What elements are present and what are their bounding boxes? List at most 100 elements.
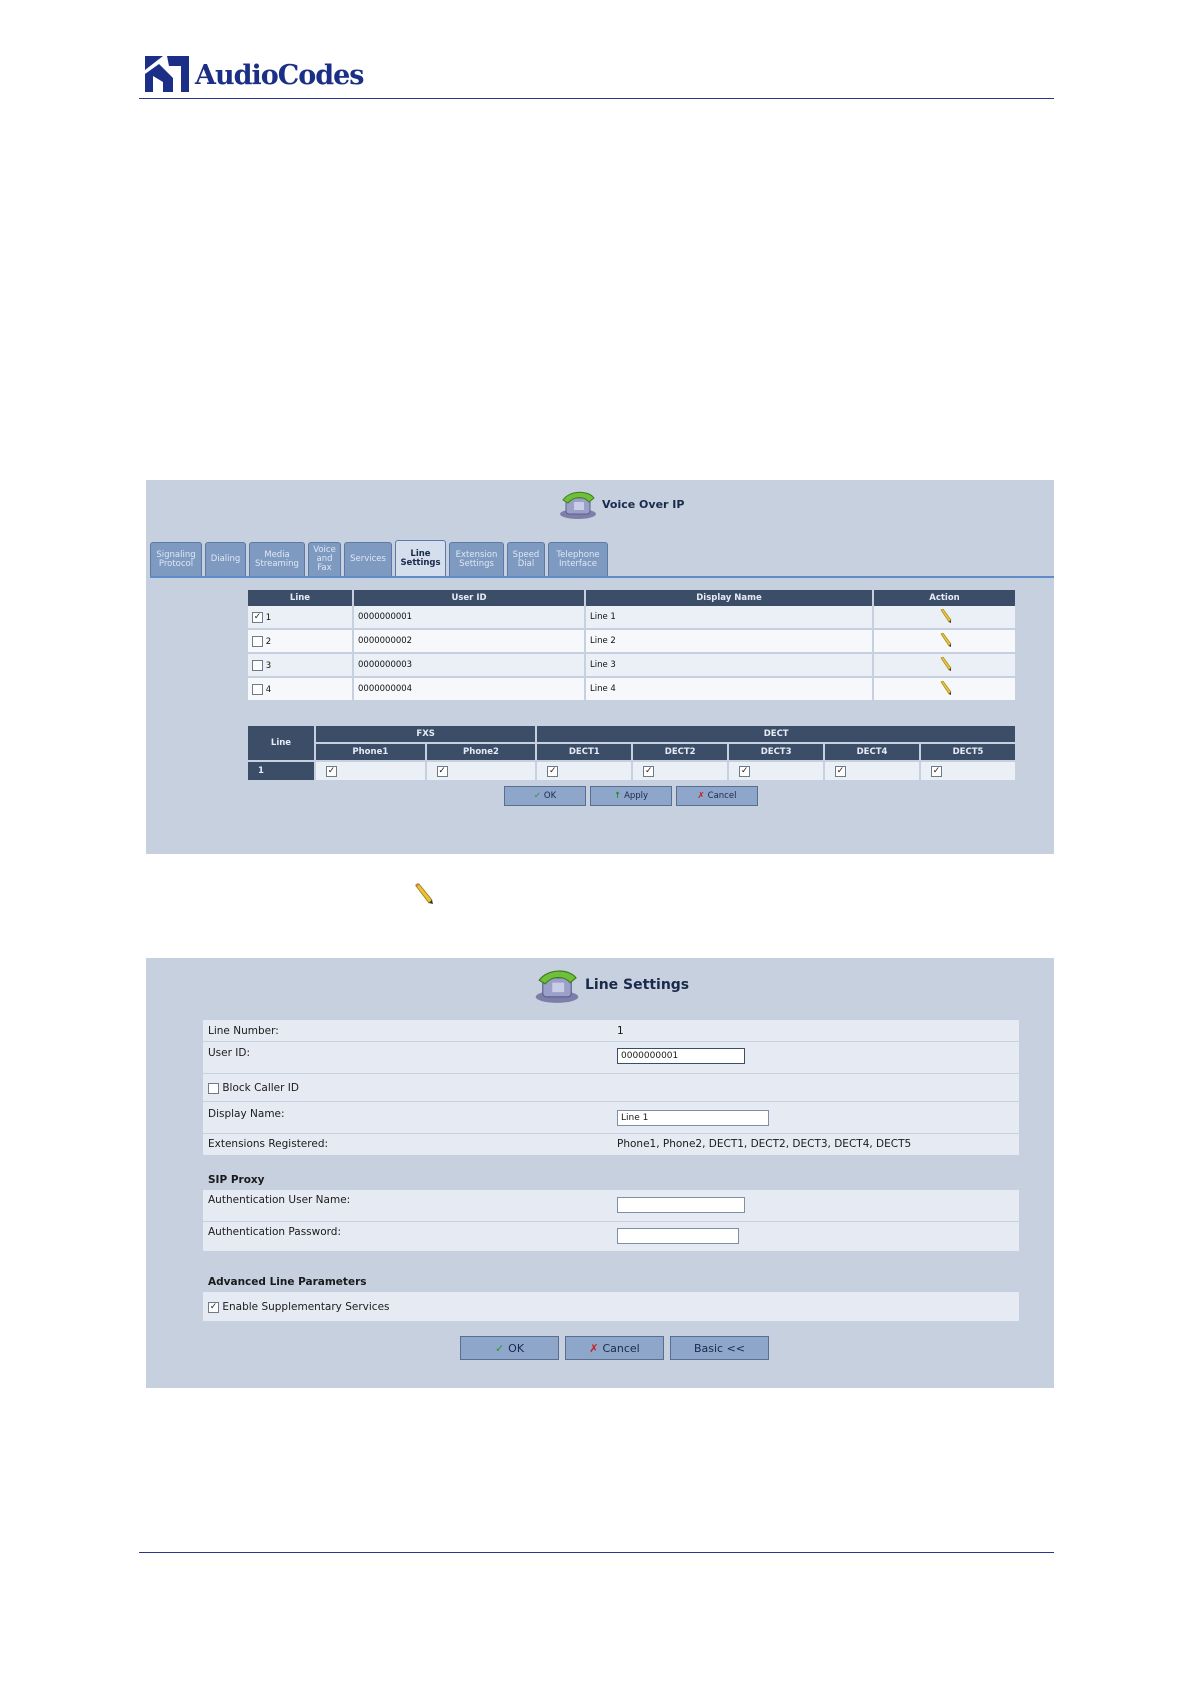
apply-button[interactable]: ↑ Apply: [590, 786, 672, 806]
pencil-icon[interactable]: [938, 656, 952, 671]
line-settings-title: Line Settings: [533, 966, 689, 1004]
auth-user-input[interactable]: [617, 1197, 745, 1213]
ext-col-line: Line: [248, 726, 314, 760]
ext-checkbox-phone1[interactable]: ✓: [326, 765, 337, 777]
tab-services[interactable]: Services: [344, 542, 392, 576]
tab-extension-settings[interactable]: Extension Settings: [449, 542, 504, 576]
phone-icon: [535, 970, 579, 1003]
user-id-cell: 0000000002: [354, 630, 584, 654]
extensions-registered-label: Extensions Registered:: [208, 1138, 329, 1150]
tab-speed-dial[interactable]: Speed Dial: [507, 542, 545, 576]
tab-dialing[interactable]: Dialing: [205, 542, 246, 576]
display-name-label: Display Name:: [208, 1108, 285, 1120]
user-id-row: User ID: 0000000001: [203, 1042, 1019, 1074]
line-checkbox[interactable]: ✓: [252, 611, 263, 623]
tab-underline: [150, 576, 1054, 578]
tab-telephone-interface[interactable]: Telephone Interface: [548, 542, 608, 576]
ext-checkbox-dect1[interactable]: ✓: [547, 765, 559, 777]
display-name-cell: Line 3: [586, 654, 872, 678]
ext-row-line: 1: [248, 762, 314, 780]
voice-over-ip-panel: Voice Over IP Signaling Protocol Dialing…: [146, 480, 1054, 854]
auth-user-row: Authentication User Name:: [203, 1190, 1019, 1222]
line-number: 4: [265, 684, 272, 695]
pencil-icon[interactable]: [938, 680, 952, 695]
cancel-button[interactable]: ✗ Cancel: [565, 1336, 664, 1360]
user-id-cell: 0000000001: [354, 606, 584, 630]
phone-icon: [560, 491, 596, 519]
auth-password-row: Authentication Password:: [203, 1222, 1019, 1252]
enable-supplementary-checkbox[interactable]: ✓: [208, 1301, 219, 1313]
ext-col-dect2: DECT2: [633, 744, 728, 760]
ext-checkbox-dect5[interactable]: ✓: [931, 765, 942, 777]
ok-button[interactable]: ✓ OK: [460, 1336, 559, 1360]
display-name-row: Display Name: Line 1: [203, 1102, 1019, 1134]
brand-name: AudioCodes: [195, 60, 364, 91]
cancel-button[interactable]: ✗ Cancel: [676, 786, 758, 806]
display-name-cell: Line 4: [586, 678, 872, 702]
ext-checkbox-dect3[interactable]: ✓: [739, 765, 751, 777]
footer-rule: [139, 1552, 1054, 1553]
user-id-input[interactable]: 0000000001: [617, 1048, 745, 1064]
ok-label: OK: [508, 1341, 525, 1355]
advanced-line-parameters-heading: Advanced Line Parameters: [208, 1276, 367, 1288]
voip-title: Voice Over IP: [558, 488, 684, 520]
tab-line-settings[interactable]: Line Settings: [395, 540, 446, 576]
ok-button[interactable]: ✓ OK: [504, 786, 586, 806]
line-checkbox[interactable]: [252, 659, 263, 671]
ext-checkbox-dect4[interactable]: ✓: [835, 765, 847, 777]
extensions-registered-value: Phone1, Phone2, DECT1, DECT2, DECT3, DEC…: [617, 1138, 912, 1150]
line-number-label: Line Number:: [208, 1025, 279, 1037]
header-rule: [139, 98, 1054, 99]
ext-checkbox-phone2[interactable]: ✓: [436, 765, 448, 777]
line-checkbox[interactable]: [252, 635, 263, 647]
line-number: 2: [265, 636, 272, 647]
basic-label: Basic <<: [693, 1341, 746, 1355]
table-row: 1 ✓ ✓ ✓ ✓ ✓ ✓ ✓: [248, 762, 1015, 780]
pencil-icon[interactable]: [938, 632, 952, 647]
col-display-name: Display Name: [586, 590, 872, 606]
block-caller-id-checkbox[interactable]: [208, 1082, 219, 1094]
auth-password-input[interactable]: [617, 1228, 739, 1244]
extensions-table: Line FXS DECT Phone1 Phone2 DECT1 DECT2 …: [246, 724, 1017, 782]
line-checkbox[interactable]: [252, 683, 263, 695]
user-id-cell: 0000000004: [354, 678, 584, 702]
line-settings-title-text: Line Settings: [585, 977, 690, 993]
voip-title-text: Voice Over IP: [602, 497, 685, 511]
basic-button[interactable]: Basic <<: [670, 1336, 769, 1360]
extensions-registered-row: Extensions Registered: Phone1, Phone2, D…: [203, 1134, 1019, 1156]
block-caller-id-row: Block Caller ID: [203, 1074, 1019, 1102]
ext-col-dect4: DECT4: [825, 744, 919, 760]
ext-col-dect3: DECT3: [729, 744, 824, 760]
user-id-label: User ID:: [208, 1047, 250, 1059]
enable-supplementary-row: ✓ Enable Supplementary Services: [203, 1292, 1019, 1322]
tab-media-streaming[interactable]: Media Streaming: [249, 542, 305, 576]
display-name-input[interactable]: Line 1: [617, 1110, 769, 1126]
apply-label: Apply: [624, 791, 649, 801]
lines-table: Line User ID Display Name Action ✓ 1 000…: [246, 590, 1017, 702]
cancel-label: Cancel: [602, 1341, 640, 1355]
line-number: 3: [265, 660, 272, 671]
pencil-icon[interactable]: [938, 608, 952, 623]
line-number: 1: [265, 612, 272, 623]
check-icon: ✓: [494, 1341, 505, 1355]
cancel-label: Cancel: [707, 791, 737, 801]
tab-signaling-protocol[interactable]: Signaling Protocol: [150, 542, 202, 576]
x-icon: ✗: [589, 1341, 599, 1355]
ext-col-phone2: Phone2: [426, 744, 536, 760]
line-number-value: 1: [617, 1025, 624, 1037]
ext-col-dect1: DECT1: [537, 744, 632, 760]
display-name-cell: Line 2: [586, 630, 872, 654]
arrow-up-icon: ↑: [613, 791, 622, 801]
col-user-id: User ID: [354, 590, 584, 606]
line-settings-panel: Line Settings Line Number: 1 User ID: 00…: [146, 958, 1054, 1388]
tab-voice-and-fax[interactable]: Voice and Fax: [308, 542, 341, 576]
pencil-icon: [415, 883, 433, 904]
col-line: Line: [248, 590, 352, 606]
user-id-cell: 0000000003: [354, 654, 584, 678]
table-row: 3 0000000003 Line 3: [248, 654, 1015, 678]
ext-checkbox-dect2[interactable]: ✓: [643, 765, 655, 777]
ext-group-fxs: FXS: [316, 726, 536, 742]
sip-proxy-heading: SIP Proxy: [208, 1174, 265, 1186]
voip-button-bar: ✓ OK ↑ Apply ✗ Cancel: [504, 786, 758, 806]
table-row: ✓ 1 0000000001 Line 1: [248, 606, 1015, 630]
